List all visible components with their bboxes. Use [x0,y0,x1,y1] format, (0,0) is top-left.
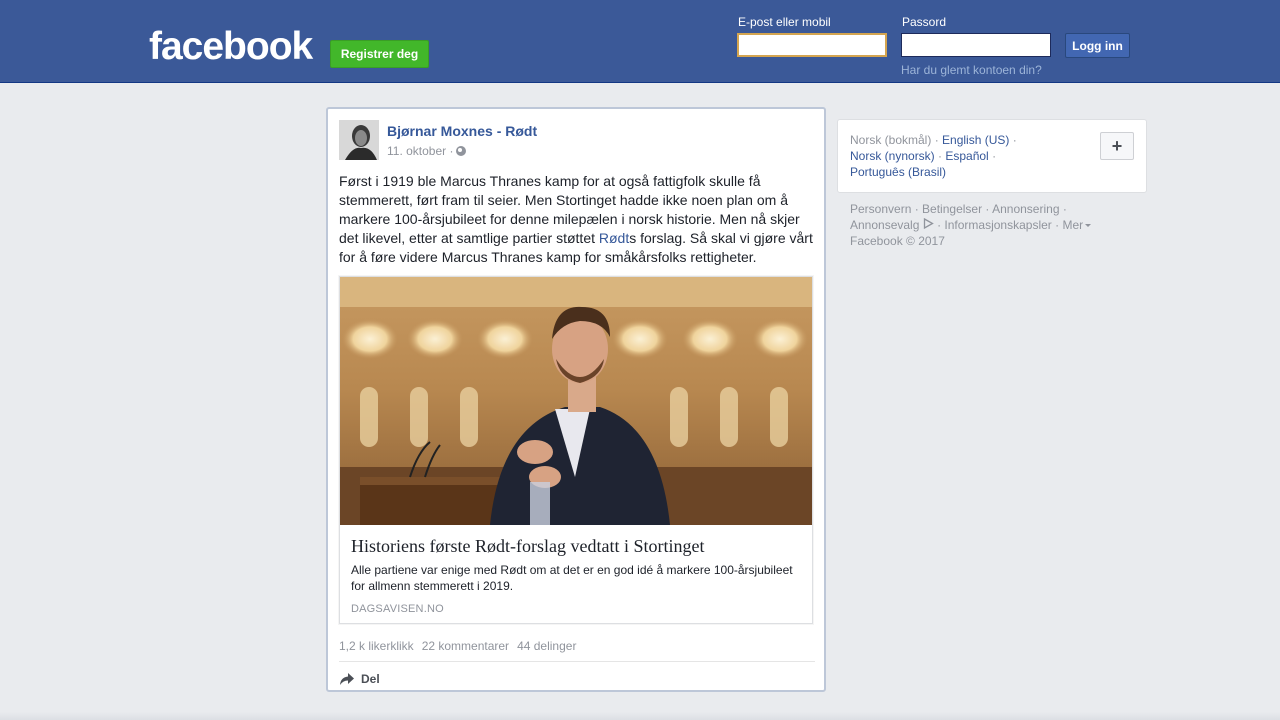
password-input[interactable] [901,33,1051,57]
post-date-line: 11. oktober · [387,144,467,158]
language-portuguese[interactable]: Português (Brasil) [850,165,946,179]
share-button[interactable]: Del [339,670,380,688]
link-preview-description: Alle partiene var enige med Rødt om at d… [351,563,793,593]
email-label: E-post eller mobil [738,15,831,29]
footer-adchoices[interactable]: Annonsevalg [850,218,934,232]
post-card: Bjørnar Moxnes - Rødt 11. oktober · Førs… [326,107,826,692]
footer-more[interactable]: Mer [1062,218,1092,232]
language-current: Norsk (bokmål) [850,133,932,147]
share-label: Del [361,672,380,686]
link-preview-title[interactable]: Historiens første Rødt-forslag vedtatt i… [351,535,801,557]
top-bar: facebook Registrer deg E-post eller mobi… [0,0,1280,83]
footer-adchoices-label: Annonsevalg [850,218,920,232]
add-language-button[interactable]: + [1100,132,1134,160]
forgot-account-link[interactable]: Har du glemt kontoen din? [901,63,1042,77]
language-list: Norsk (bokmål) · English (US) · Norsk (n… [850,133,1017,179]
footer-copyright: Facebook © 2017 [850,234,945,248]
footer-terms[interactable]: Betingelser [922,202,982,216]
adchoices-icon [923,218,934,229]
register-button[interactable]: Registrer deg [330,40,429,68]
divider [339,661,815,662]
link-preview-image[interactable] [340,277,812,525]
speaker-photo [340,277,812,525]
post-text-link[interactable]: Rødt [599,230,629,246]
shares-count[interactable]: 44 delinger [517,639,576,653]
share-arrow-icon [340,673,354,685]
avatar-image [339,120,379,160]
footer-advertising[interactable]: Annonsering [992,202,1059,216]
caret-down-icon [1085,224,1092,227]
post-stats: 1,2 k likerklikk 22 kommentarer 44 delinge… [339,639,584,653]
likes-count[interactable]: 1,2 k likerklikk [339,639,414,653]
password-label: Passord [902,15,947,29]
language-box: Norsk (bokmål) · English (US) · Norsk (n… [837,119,1147,193]
bottom-shade [0,712,1280,720]
language-english[interactable]: English (US) [942,133,1009,147]
footer-cookies[interactable]: Informasjonskapsler [944,218,1051,232]
comments-count[interactable]: 22 kommentarer [422,639,509,653]
avatar[interactable] [339,120,379,160]
post-text: Først i 1919 ble Marcus Thranes kamp for… [339,172,815,267]
footer-privacy[interactable]: Personvern [850,202,911,216]
language-nynorsk[interactable]: Norsk (nynorsk) [850,149,935,163]
language-spanish[interactable]: Español [945,149,988,163]
globe-icon [456,146,467,156]
footer-links: Personvern · Betingelser · Annonsering ·… [850,201,1140,249]
email-input[interactable] [737,33,887,57]
link-preview-source: DAGSAVISEN.NO [351,603,444,615]
facebook-logo[interactable]: facebook [149,26,313,68]
link-preview[interactable]: Historiens første Rødt-forslag vedtatt i… [339,276,813,624]
footer-more-label: Mer [1062,218,1084,232]
post-author[interactable]: Bjørnar Moxnes - Rødt [387,123,537,139]
post-date[interactable]: 11. oktober · [387,144,453,158]
login-button[interactable]: Logg inn [1065,33,1130,58]
